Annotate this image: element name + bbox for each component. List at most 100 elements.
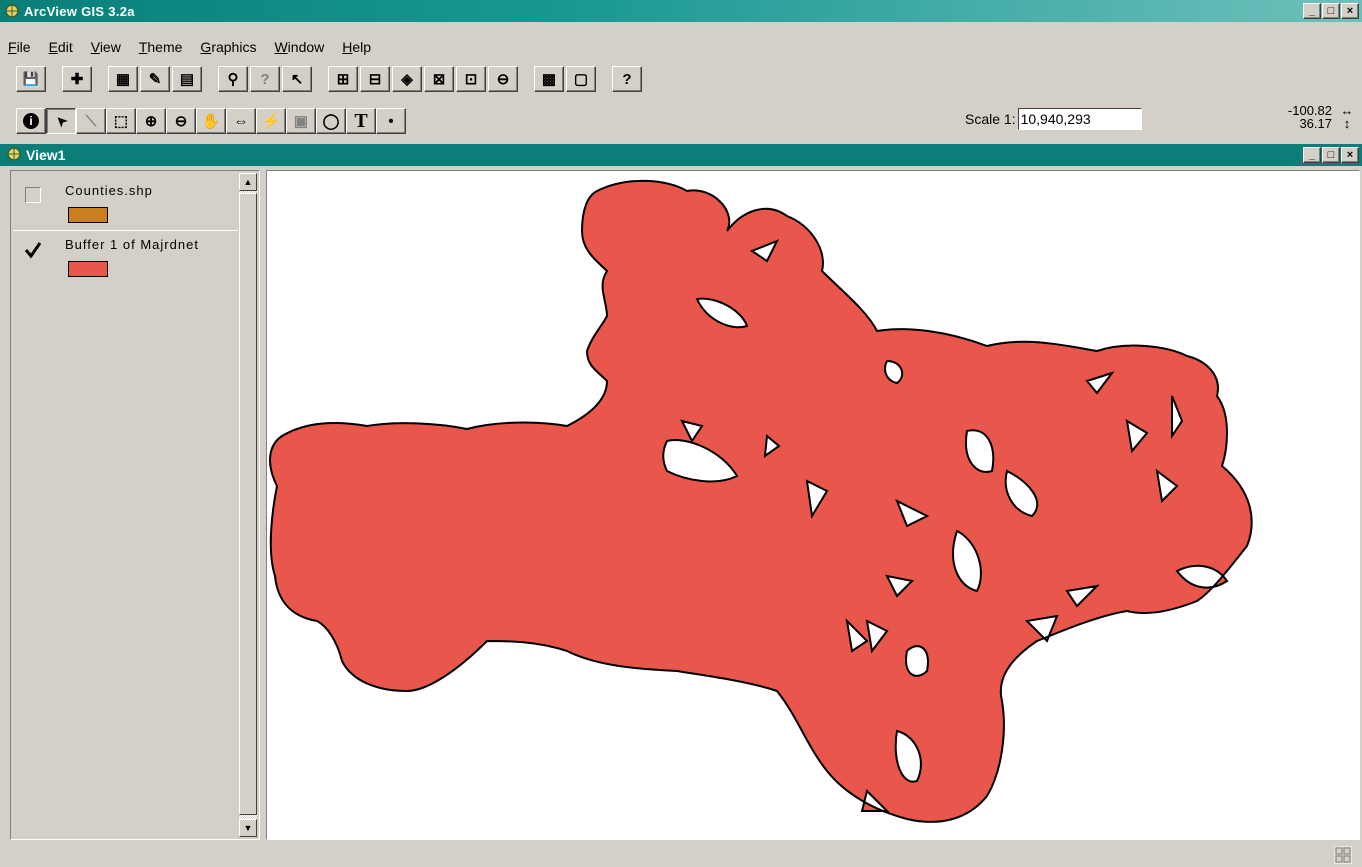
pan-tool[interactable]: ✋ bbox=[196, 108, 226, 134]
maximize-button[interactable]: □ bbox=[1322, 3, 1340, 19]
zoom-out-center-button[interactable]: ⊡ bbox=[456, 66, 486, 92]
vertical-arrow-icon: ↕ bbox=[1343, 116, 1351, 131]
zoom-out-tool[interactable]: ⊖ bbox=[166, 108, 196, 134]
help-button[interactable]: ? bbox=[612, 66, 642, 92]
full-extent-icon: ⊞ bbox=[336, 71, 350, 88]
view-close-button[interactable]: × bbox=[1341, 147, 1359, 163]
vertex-edit-tool[interactable]: ⟍ bbox=[76, 108, 106, 134]
measure-icon: ⇔ bbox=[233, 112, 249, 130]
theme-name: Buffer 1 of Majrdnet bbox=[65, 237, 199, 252]
theme-visibility-checkbox[interactable] bbox=[25, 187, 41, 203]
select-by-theme-button[interactable]: ▩ bbox=[534, 66, 564, 92]
binoculars-icon: ⚲ bbox=[227, 71, 239, 88]
theme-visibility-checkbox[interactable] bbox=[24, 241, 42, 258]
scroll-down-button[interactable]: ▼ bbox=[239, 819, 257, 837]
query-icon: ↖ bbox=[290, 71, 304, 88]
save-project-button[interactable]: 💾 bbox=[16, 66, 46, 92]
info-icon: i bbox=[23, 113, 39, 129]
theme-counties[interactable]: Counties.shp bbox=[13, 175, 238, 231]
up-arrow-icon: ▲ bbox=[243, 177, 253, 187]
zoom-in-icon: ⊕ bbox=[144, 113, 158, 130]
zoom-active-themes-button[interactable]: ⊟ bbox=[360, 66, 390, 92]
close-button[interactable]: × bbox=[1341, 3, 1359, 19]
lightning-icon: ⚡ bbox=[261, 113, 281, 130]
down-arrow-icon: ▼ bbox=[243, 823, 253, 833]
checkmark-icon bbox=[24, 242, 42, 258]
zoom-full-extent-button[interactable]: ⊞ bbox=[328, 66, 358, 92]
theme-legend-swatch bbox=[68, 207, 108, 223]
select-box-icon: ⬚ bbox=[113, 113, 129, 130]
view-title: View1 bbox=[26, 147, 66, 163]
hand-icon: ✋ bbox=[201, 113, 221, 130]
add-theme-button[interactable]: ✚ bbox=[62, 66, 92, 92]
identify-tool[interactable]: i bbox=[16, 108, 46, 134]
zoom-in-center-button[interactable]: ⊠ bbox=[424, 66, 454, 92]
minimize-button[interactable]: _ bbox=[1303, 3, 1321, 19]
clear-selection-icon: ▢ bbox=[573, 71, 589, 88]
view-maximize-button[interactable]: □ bbox=[1322, 147, 1340, 163]
measure-tool[interactable]: ⇔ bbox=[226, 108, 256, 134]
point-icon: • bbox=[388, 112, 394, 130]
coordinate-readout: -100.82 36.17 bbox=[1288, 104, 1332, 130]
query-builder-button[interactable]: ↖ bbox=[282, 66, 312, 92]
map-display[interactable] bbox=[266, 170, 1360, 840]
pointer-tool[interactable]: ➤ bbox=[46, 108, 76, 134]
buffer-polygon bbox=[269, 179, 1253, 823]
menu-help[interactable]: Help bbox=[342, 39, 371, 55]
menu-file[interactable]: File bbox=[8, 39, 31, 55]
arrow-pointer-icon: ➤ bbox=[51, 112, 70, 131]
label-tool[interactable]: ◯ bbox=[316, 108, 346, 134]
select-feature-tool[interactable]: ⬚ bbox=[106, 108, 136, 134]
arcview-globe-icon bbox=[4, 3, 20, 19]
menu-graphics[interactable]: Graphics bbox=[200, 39, 256, 55]
tool-bar: i ➤ ⟍ ⬚ ⊕ ⊖ ✋ ⇔ ⚡ ▣ ◯ T • bbox=[0, 106, 1362, 136]
table-of-contents: Counties.shp Buffer 1 of Majrdnet ▲ ▼ bbox=[10, 170, 260, 840]
active-themes-icon: ⊟ bbox=[368, 71, 382, 88]
zoom-in-tool[interactable]: ⊕ bbox=[136, 108, 166, 134]
buffer-polygon-map bbox=[269, 179, 1253, 823]
menu-theme[interactable]: Theme bbox=[139, 39, 183, 55]
edit-legend-button[interactable]: ✎ bbox=[140, 66, 170, 92]
theme-legend-swatch bbox=[68, 261, 108, 277]
zoom-selected-button[interactable]: ◈ bbox=[392, 66, 422, 92]
view-minimize-button[interactable]: _ bbox=[1303, 147, 1321, 163]
coordinate-arrows: ↔ ↕ bbox=[1338, 104, 1356, 130]
menu-window[interactable]: Window bbox=[274, 39, 324, 55]
add-icon: ✚ bbox=[70, 71, 84, 88]
toc-scrollbar[interactable]: ▲ ▼ bbox=[239, 173, 257, 837]
area-of-interest-tool[interactable]: ▣ bbox=[286, 108, 316, 134]
clear-selection-button[interactable]: ▢ bbox=[566, 66, 596, 92]
scroll-up-button[interactable]: ▲ bbox=[239, 173, 257, 191]
zoom-selected-icon: ◈ bbox=[401, 71, 413, 88]
find-button[interactable]: ⚲ bbox=[218, 66, 248, 92]
hot-link-tool[interactable]: ⚡ bbox=[256, 108, 286, 134]
theme-properties-button[interactable]: ▦ bbox=[108, 66, 138, 92]
draw-point-tool[interactable]: • bbox=[376, 108, 406, 134]
menu-view[interactable]: View bbox=[91, 39, 121, 55]
save-icon: 💾 bbox=[22, 71, 40, 86]
button-bar: 💾 ✚ ▦ ✎ ▤ ⚲ ? ↖ ⊞ ⊟ ◈ ⊠ ⊡ ⊖ ▩ ▢ ? bbox=[0, 64, 1362, 94]
resize-grip-icon[interactable] bbox=[1334, 846, 1352, 864]
menu-bar: File Edit View Theme Graphics Window Hel… bbox=[0, 36, 1362, 58]
locate-address-button[interactable]: ? bbox=[250, 66, 280, 92]
open-theme-table-button[interactable]: ▤ bbox=[172, 66, 202, 92]
scroll-thumb[interactable] bbox=[239, 193, 257, 815]
zoom-previous-button[interactable]: ⊖ bbox=[488, 66, 518, 92]
theme-buffer[interactable]: Buffer 1 of Majrdnet bbox=[13, 229, 238, 285]
scale-label: Scale 1: bbox=[965, 111, 1016, 127]
zoom-out-icon: ⊖ bbox=[174, 113, 188, 130]
theme-name: Counties.shp bbox=[65, 183, 153, 198]
view-icon bbox=[6, 146, 22, 165]
table-icon: ▤ bbox=[179, 71, 195, 88]
legend-icon: ✎ bbox=[148, 71, 162, 88]
text-tool[interactable]: T bbox=[346, 108, 376, 134]
help-icon: ? bbox=[622, 70, 632, 88]
app-title: ArcView GIS 3.2a bbox=[24, 3, 135, 19]
label-icon: ◯ bbox=[322, 113, 340, 130]
zoom-in-fixed-icon: ⊠ bbox=[432, 71, 446, 88]
scale-input[interactable] bbox=[1017, 108, 1142, 130]
menu-edit[interactable]: Edit bbox=[49, 39, 73, 55]
view-title-bar: View1 _ □ × bbox=[0, 144, 1362, 166]
status-bar bbox=[0, 842, 1362, 867]
vertex-icon: ⟍ bbox=[85, 112, 97, 130]
